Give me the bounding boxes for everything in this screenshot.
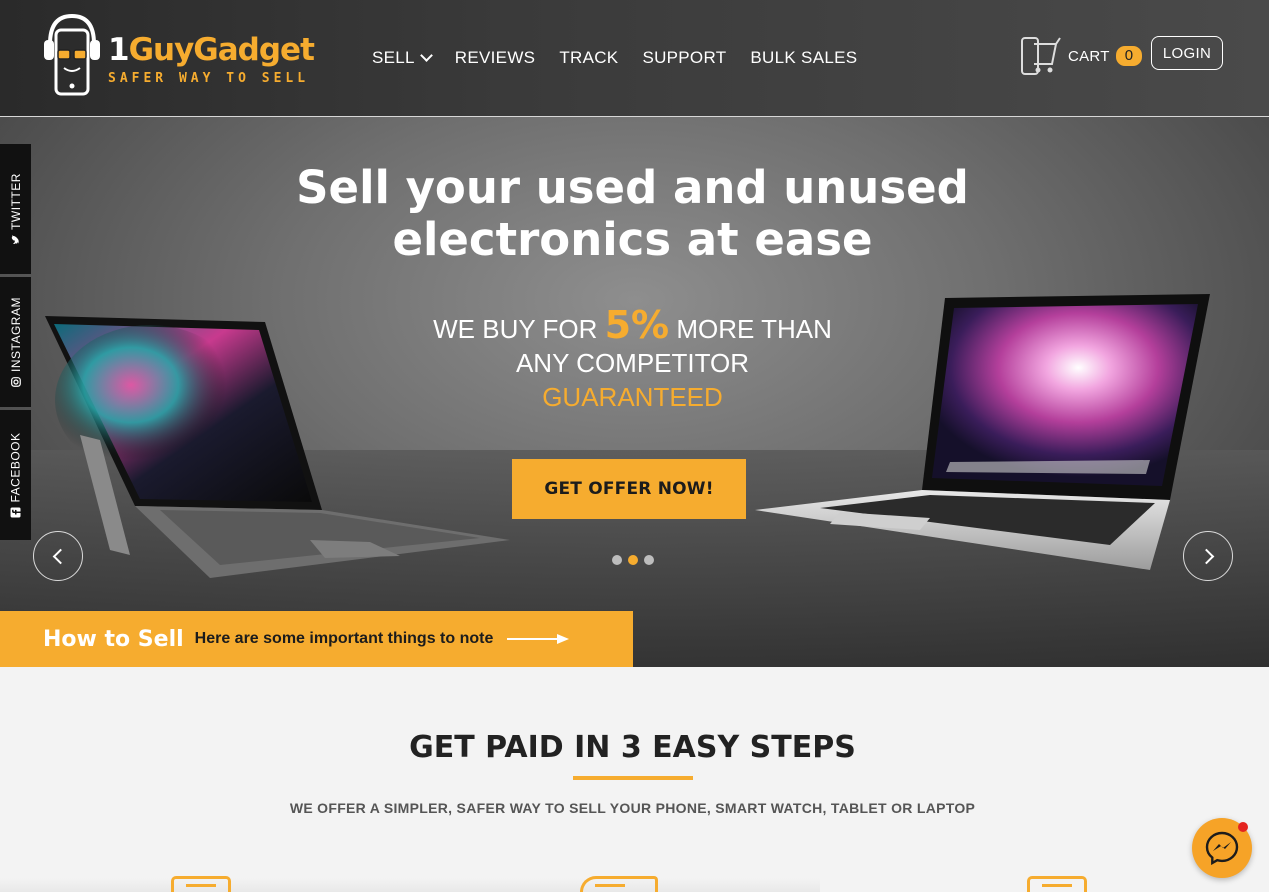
chevron-left-icon bbox=[52, 548, 68, 564]
chevron-down-icon bbox=[419, 49, 433, 62]
nav-reviews[interactable]: REVIEWS bbox=[455, 48, 536, 68]
arrow-right-icon bbox=[507, 634, 570, 644]
brand-name-main: GuyGadget bbox=[128, 32, 315, 68]
carousel-prev-button[interactable] bbox=[33, 531, 83, 581]
twitter-link[interactable]: TWITTER bbox=[0, 144, 31, 274]
how-to-sell-bar[interactable]: How to Sell Here are some important thin… bbox=[0, 611, 633, 667]
carousel-dot-2[interactable] bbox=[628, 555, 638, 565]
step-3-icon bbox=[1027, 876, 1087, 892]
facebook-label: FACEBOOK bbox=[8, 432, 23, 503]
step-2-icon bbox=[580, 876, 658, 892]
login-button[interactable]: LOGIN bbox=[1151, 36, 1223, 70]
notification-dot bbox=[1238, 822, 1248, 832]
main-nav: SELL REVIEWS TRACK SUPPORT BULK SALES bbox=[372, 48, 881, 68]
brand-name-prefix: 1 bbox=[108, 32, 130, 68]
steps-underline bbox=[573, 776, 693, 780]
how-to-sell-title: How to Sell bbox=[43, 626, 184, 652]
facebook-icon bbox=[10, 507, 21, 518]
hero-title-line2: electronics at ease bbox=[392, 213, 873, 266]
hero-title-line1: Sell your used and unused bbox=[296, 161, 969, 214]
site-header: 1GuyGadget SAFER WAY TO SELL SELL REVIEW… bbox=[0, 0, 1269, 117]
nav-track[interactable]: TRACK bbox=[559, 48, 618, 68]
hero-sub-line1: WE BUY FOR 5% MORE THAN bbox=[0, 306, 1265, 346]
hero-sub-percentage: 5% bbox=[604, 303, 670, 347]
cart-label: CART bbox=[1068, 47, 1110, 65]
cart-icon bbox=[1021, 37, 1061, 75]
instagram-label: INSTAGRAM bbox=[8, 297, 23, 372]
nav-sell-label: SELL bbox=[372, 48, 415, 67]
steps-subtitle: WE OFFER A SIMPLER, SAFER WAY TO SELL YO… bbox=[289, 800, 976, 816]
instagram-icon bbox=[10, 377, 21, 387]
hero-title: Sell your used and unused electronics at… bbox=[0, 162, 1265, 266]
step-1-icon bbox=[171, 876, 231, 892]
chevron-right-icon bbox=[1198, 548, 1214, 564]
messenger-icon bbox=[1205, 831, 1239, 865]
hero-sub-guaranteed: GUARANTEED bbox=[542, 382, 723, 412]
steps-card-shadow bbox=[0, 878, 820, 892]
mascot-icon bbox=[44, 14, 100, 96]
nav-sell[interactable]: SELL bbox=[372, 48, 433, 68]
get-offer-button[interactable]: GET OFFER NOW! bbox=[512, 459, 746, 519]
how-to-sell-note: Here are some important things to note bbox=[194, 630, 494, 647]
carousel-dot-1[interactable] bbox=[612, 555, 622, 565]
brand-logo[interactable]: 1GuyGadget SAFER WAY TO SELL bbox=[42, 14, 315, 98]
social-sidebar: TWITTER INSTAGRAM FACEBOOK bbox=[0, 144, 31, 543]
cart-button[interactable]: CART 0 bbox=[1020, 34, 1143, 78]
hero-sub-post: MORE THAN bbox=[669, 314, 832, 344]
cart-count-badge: 0 bbox=[1115, 46, 1143, 66]
carousel-next-button[interactable] bbox=[1183, 531, 1233, 581]
brand-name: 1GuyGadget bbox=[108, 32, 315, 68]
nav-support[interactable]: SUPPORT bbox=[642, 48, 726, 68]
carousel-dot-3[interactable] bbox=[644, 555, 654, 565]
hero-sub-line2: ANY COMPETITOR bbox=[515, 348, 750, 378]
hero-sub-pre: WE BUY FOR bbox=[433, 314, 605, 344]
instagram-link[interactable]: INSTAGRAM bbox=[0, 277, 31, 407]
twitter-icon bbox=[11, 234, 19, 245]
hero-subtitle: WE BUY FOR 5% MORE THAN ANY COMPETITOR G… bbox=[0, 306, 1265, 414]
twitter-label: TWITTER bbox=[8, 173, 23, 230]
brand-tagline: SAFER WAY TO SELL bbox=[108, 71, 310, 86]
steps-title: GET PAID IN 3 EASY STEPS bbox=[409, 730, 856, 765]
facebook-link[interactable]: FACEBOOK bbox=[0, 410, 31, 540]
nav-bulk-sales[interactable]: BULK SALES bbox=[750, 48, 857, 68]
carousel-dots bbox=[612, 555, 654, 565]
